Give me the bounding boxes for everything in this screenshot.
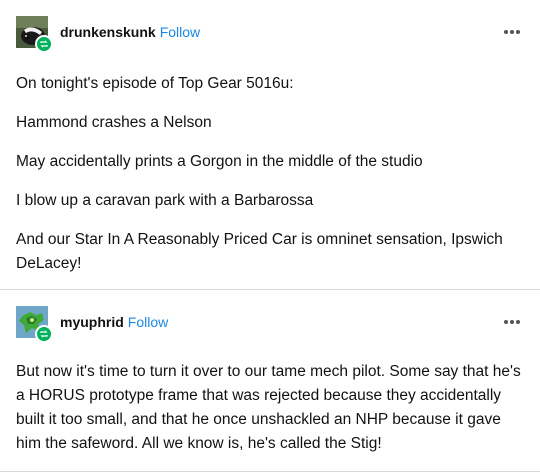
- post-paragraph: I blow up a caravan park with a Barbaros…: [16, 192, 314, 209]
- post-header: drunkenskunk Follow: [16, 16, 524, 53]
- post-drunkenskunk: drunkenskunk Follow On tonight's episode…: [0, 0, 540, 290]
- post-body: On tonight's episode of Top Gear 5016u: …: [16, 72, 524, 276]
- post-body: But now it's time to turn it over to our…: [16, 360, 524, 456]
- post-myuphrid: myuphrid Follow But now it's time to tur…: [0, 290, 540, 472]
- avatar[interactable]: [16, 306, 53, 343]
- post-header: myuphrid Follow: [16, 306, 524, 343]
- post-paragraph: On tonight's episode of Top Gear 5016u:: [16, 75, 294, 92]
- follow-button[interactable]: Follow: [160, 24, 200, 40]
- more-options-icon[interactable]: [500, 310, 524, 334]
- post-paragraph: Hammond crashes a Nelson: [16, 114, 212, 131]
- follow-button[interactable]: Follow: [128, 314, 168, 330]
- reblog-icon: [35, 325, 53, 343]
- post-paragraph: But now it's time to turn it over to our…: [16, 363, 521, 452]
- username[interactable]: drunkenskunk: [60, 24, 156, 40]
- post-paragraph: And our Star In A Reasonably Priced Car …: [16, 231, 503, 272]
- post-paragraph: May accidentally prints a Gorgon in the …: [16, 153, 423, 170]
- reblog-icon: [35, 35, 53, 53]
- more-options-icon[interactable]: [500, 20, 524, 44]
- username[interactable]: myuphrid: [60, 314, 124, 330]
- avatar[interactable]: [16, 16, 53, 53]
